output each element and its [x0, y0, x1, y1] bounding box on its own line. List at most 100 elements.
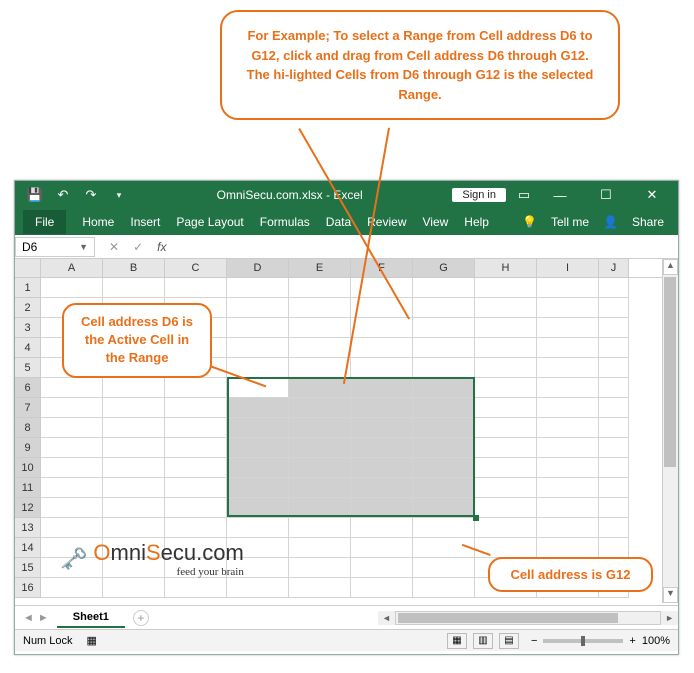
cell-H2[interactable] [475, 298, 537, 318]
tab-home[interactable]: Home [82, 211, 114, 233]
row-header-16[interactable]: 16 [15, 578, 41, 598]
vertical-scrollbar[interactable]: ▲ ▼ [662, 259, 678, 603]
cell-G9[interactable] [413, 438, 475, 458]
cell-A16[interactable] [41, 578, 103, 598]
cell-F3[interactable] [351, 318, 413, 338]
cell-C8[interactable] [165, 418, 227, 438]
vscroll-track[interactable] [663, 275, 678, 587]
cell-H8[interactable] [475, 418, 537, 438]
cell-F6[interactable] [351, 378, 413, 398]
cell-D16[interactable] [227, 578, 289, 598]
cell-F9[interactable] [351, 438, 413, 458]
cell-A10[interactable] [41, 458, 103, 478]
row-header-13[interactable]: 13 [15, 518, 41, 538]
cell-H10[interactable] [475, 458, 537, 478]
cell-G16[interactable] [413, 578, 475, 598]
cell-H3[interactable] [475, 318, 537, 338]
cell-A11[interactable] [41, 478, 103, 498]
maximize-button[interactable]: ☐ [588, 181, 624, 209]
hscroll-thumb[interactable] [398, 613, 618, 623]
cell-F14[interactable] [351, 538, 413, 558]
vscroll-thumb[interactable] [664, 277, 676, 467]
row-header-6[interactable]: 6 [15, 378, 41, 398]
cell-H6[interactable] [475, 378, 537, 398]
cell-G2[interactable] [413, 298, 475, 318]
cell-I6[interactable] [537, 378, 599, 398]
cell-E6[interactable] [289, 378, 351, 398]
cell-E13[interactable] [289, 518, 351, 538]
cell-J8[interactable] [599, 418, 629, 438]
cell-J7[interactable] [599, 398, 629, 418]
tab-view[interactable]: View [423, 211, 449, 233]
minimize-button[interactable]: — [542, 181, 578, 209]
cell-D6[interactable] [227, 378, 289, 398]
tell-me-search[interactable]: Tell me [551, 211, 589, 233]
cell-D7[interactable] [227, 398, 289, 418]
cell-I7[interactable] [537, 398, 599, 418]
cell-A13[interactable] [41, 518, 103, 538]
cell-J6[interactable] [599, 378, 629, 398]
cell-G14[interactable] [413, 538, 475, 558]
cell-F10[interactable] [351, 458, 413, 478]
row-header-3[interactable]: 3 [15, 318, 41, 338]
cell-H9[interactable] [475, 438, 537, 458]
save-icon[interactable]: 💾 [27, 187, 43, 203]
cell-E11[interactable] [289, 478, 351, 498]
zoom-percent[interactable]: 100% [642, 635, 670, 647]
cell-B6[interactable] [103, 378, 165, 398]
cell-J10[interactable] [599, 458, 629, 478]
cell-I9[interactable] [537, 438, 599, 458]
insert-function-button[interactable]: fx [157, 240, 166, 254]
cell-I12[interactable] [537, 498, 599, 518]
share-icon[interactable]: 👤 [603, 215, 618, 229]
cell-J9[interactable] [599, 438, 629, 458]
cell-A1[interactable] [41, 278, 103, 298]
row-header-1[interactable]: 1 [15, 278, 41, 298]
row-header-4[interactable]: 4 [15, 338, 41, 358]
cell-F13[interactable] [351, 518, 413, 538]
tab-file[interactable]: File [23, 210, 66, 234]
tab-insert[interactable]: Insert [130, 211, 160, 233]
cell-B16[interactable] [103, 578, 165, 598]
cell-J13[interactable] [599, 518, 629, 538]
cell-F16[interactable] [351, 578, 413, 598]
col-header-A[interactable]: A [41, 259, 103, 277]
cell-J2[interactable] [599, 298, 629, 318]
cell-D11[interactable] [227, 478, 289, 498]
cell-C6[interactable] [165, 378, 227, 398]
horizontal-scrollbar[interactable]: ◄ ► [378, 611, 678, 625]
cell-D10[interactable] [227, 458, 289, 478]
cell-D13[interactable] [227, 518, 289, 538]
cell-F11[interactable] [351, 478, 413, 498]
cell-J14[interactable] [599, 538, 629, 558]
cell-B12[interactable] [103, 498, 165, 518]
tab-page-layout[interactable]: Page Layout [176, 211, 243, 233]
cell-E12[interactable] [289, 498, 351, 518]
cell-I2[interactable] [537, 298, 599, 318]
cell-J11[interactable] [599, 478, 629, 498]
cell-A9[interactable] [41, 438, 103, 458]
cell-J4[interactable] [599, 338, 629, 358]
col-header-C[interactable]: C [165, 259, 227, 277]
cell-E1[interactable] [289, 278, 351, 298]
cell-C9[interactable] [165, 438, 227, 458]
cell-E3[interactable] [289, 318, 351, 338]
zoom-control[interactable]: − + 100% [531, 635, 670, 647]
cell-G4[interactable] [413, 338, 475, 358]
cell-E5[interactable] [289, 358, 351, 378]
name-box-dropdown-icon[interactable]: ▼ [79, 242, 88, 252]
cell-G3[interactable] [413, 318, 475, 338]
share-button[interactable]: Share [632, 211, 664, 233]
cell-C7[interactable] [165, 398, 227, 418]
row-header-10[interactable]: 10 [15, 458, 41, 478]
page-break-view-button[interactable]: ▤ [499, 633, 519, 649]
scroll-down-icon[interactable]: ▼ [663, 587, 678, 603]
cell-A7[interactable] [41, 398, 103, 418]
cell-E7[interactable] [289, 398, 351, 418]
row-header-11[interactable]: 11 [15, 478, 41, 498]
zoom-out-button[interactable]: − [531, 635, 537, 647]
cell-F4[interactable] [351, 338, 413, 358]
cell-H5[interactable] [475, 358, 537, 378]
fill-handle[interactable] [473, 515, 479, 521]
cell-H12[interactable] [475, 498, 537, 518]
